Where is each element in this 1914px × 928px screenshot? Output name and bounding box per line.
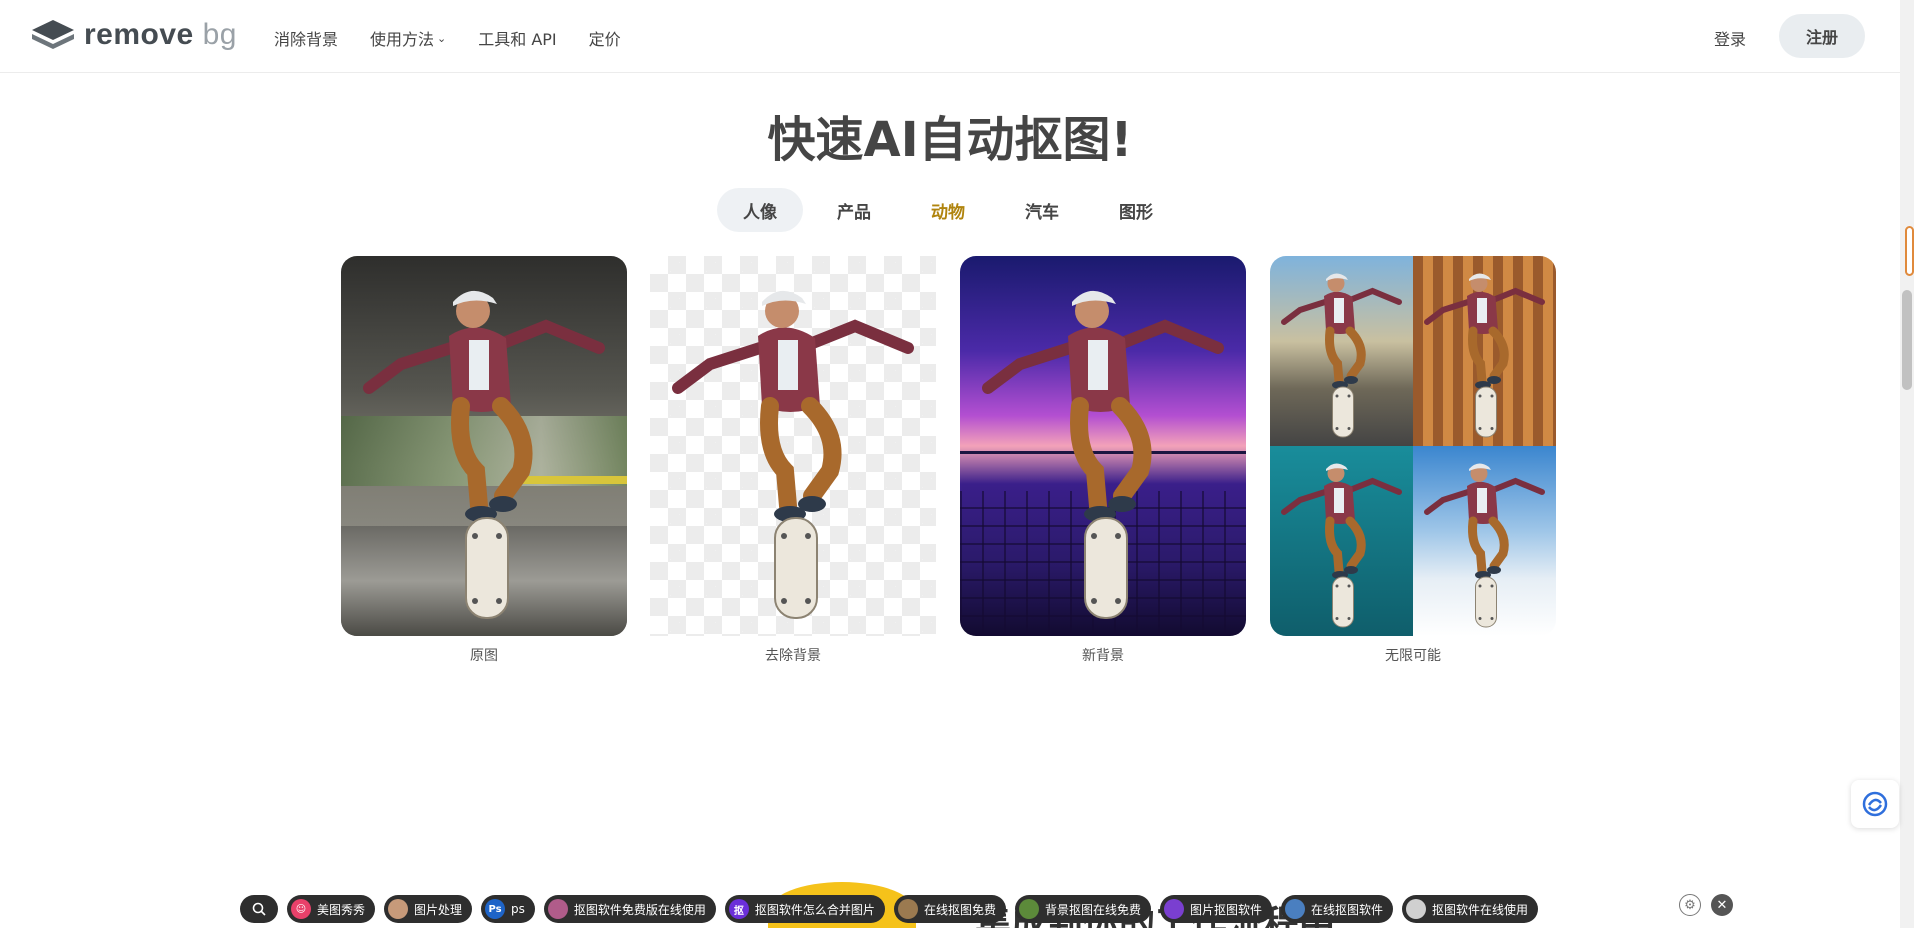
signup-button[interactable]: 注册: [1779, 14, 1865, 58]
app-icon: [547, 899, 568, 919]
original-image: [341, 256, 627, 636]
skater-figure: [1413, 446, 1556, 636]
photoshop-icon: Ps: [485, 899, 506, 919]
variant-teal: [1270, 446, 1413, 636]
nav-how-to-use[interactable]: 使用方法 ⌄: [370, 26, 446, 50]
unlimited-possibilities-image: [1270, 256, 1556, 636]
app-icon: [1406, 899, 1426, 919]
close-icon: ✕: [1716, 897, 1728, 913]
meitu-icon: ☺: [291, 899, 311, 919]
nav-pricing[interactable]: 定价: [589, 26, 621, 50]
translate-widget-button[interactable]: [1851, 780, 1899, 828]
cutout-icon: 抠: [728, 899, 749, 919]
logo-icon: [32, 20, 74, 49]
nav-tools-api[interactable]: 工具和 API: [478, 26, 556, 50]
app-icon: [1163, 899, 1184, 919]
new-background-image: [960, 256, 1246, 636]
scrollbar-thumb[interactable]: [1902, 290, 1912, 390]
suggestion-item[interactable]: 在线抠图免费: [893, 895, 1006, 923]
main-nav: 消除背景 使用方法 ⌄ 工具和 API 定价: [274, 26, 653, 50]
tab-people[interactable]: 人像: [717, 188, 803, 232]
site-header: remove bg 消除背景 使用方法 ⌄ 工具和 API 定价 登录 注册: [0, 0, 1900, 73]
variant-clouds: [1413, 446, 1556, 636]
caption-removed-background: 去除背景: [765, 648, 821, 664]
variant-stripes: [1413, 256, 1556, 446]
gear-icon: ⚙: [1684, 897, 1696, 913]
app-icon: [897, 899, 918, 919]
skater-figure: [1270, 256, 1413, 446]
suggestion-item[interactable]: 背景抠图在线免费: [1014, 895, 1151, 923]
tab-graphics[interactable]: 图形: [1093, 188, 1179, 232]
suggestion-item[interactable]: 抠图软件免费版在线使用: [543, 895, 716, 923]
nav-remove-background[interactable]: 消除背景: [274, 26, 338, 50]
suggestion-item[interactable]: Ps ps: [481, 895, 535, 923]
suggestion-bar: ☺ 美图秀秀 图片处理 Ps ps 抠图软件免费版在线使用 抠抠图软件怎么合并图片 …: [240, 894, 1547, 924]
caption-unlimited: 无限可能: [1385, 648, 1441, 664]
suggestion-item[interactable]: 抠图软件在线使用: [1402, 895, 1539, 923]
page-title: 快速AI自动抠图!: [767, 112, 1133, 168]
app-icon: [1284, 899, 1305, 919]
logo[interactable]: remove bg: [30, 18, 237, 52]
search-button[interactable]: [240, 895, 278, 923]
app-icon: [1018, 899, 1039, 919]
suggestion-item[interactable]: 抠抠图软件怎么合并图片: [724, 895, 885, 923]
chevron-down-icon: ⌄: [437, 31, 447, 45]
category-tabs: 人像 产品 动物 汽车 图形: [717, 188, 1187, 232]
close-button[interactable]: ✕: [1711, 894, 1733, 916]
variant-road: [1270, 256, 1413, 446]
scrollbar-track[interactable]: [1900, 0, 1914, 928]
tab-animals[interactable]: 动物: [905, 188, 991, 232]
skater-figure: [341, 256, 627, 636]
suggestion-item[interactable]: 图片抠图软件: [1159, 895, 1272, 923]
login-link[interactable]: 登录: [1714, 26, 1746, 50]
translate-icon: [1862, 791, 1888, 817]
search-icon: [252, 902, 266, 916]
suggestion-item[interactable]: 在线抠图软件: [1280, 895, 1393, 923]
tab-products[interactable]: 产品: [811, 188, 897, 232]
logo-text: remove bg: [84, 18, 237, 51]
tab-cars[interactable]: 汽车: [999, 188, 1085, 232]
suggestion-item[interactable]: 图片处理: [384, 895, 473, 923]
skater-figure: [650, 256, 936, 636]
suggestion-bar-controls: ⚙ ✕: [1679, 894, 1743, 916]
skater-figure: [1270, 446, 1413, 636]
caption-new-background: 新背景: [1082, 648, 1124, 664]
settings-button[interactable]: ⚙: [1679, 894, 1701, 916]
skater-figure: [1413, 256, 1556, 446]
avatar-icon: [388, 899, 409, 919]
skater-figure: [960, 256, 1246, 636]
caption-original: 原图: [470, 648, 498, 664]
removed-background-image: [650, 256, 936, 636]
suggestion-item[interactable]: ☺ 美图秀秀: [287, 895, 376, 923]
side-handle[interactable]: [1905, 226, 1914, 276]
